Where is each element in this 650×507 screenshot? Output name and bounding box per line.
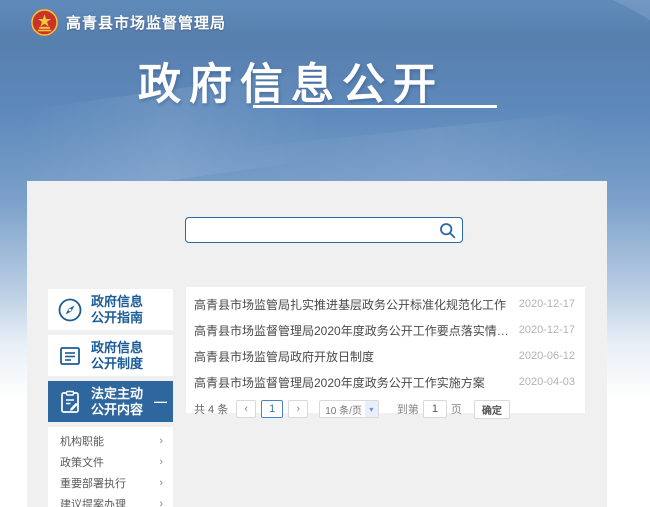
document-list-icon (57, 343, 83, 369)
news-date: 2020-06-12 (519, 350, 575, 362)
chevron-right-icon: › (159, 456, 163, 468)
page-title: 政府信息公开 (138, 50, 444, 112)
agency-name: 高青县市场监督管理局 (66, 12, 226, 33)
sidebar-submenu: 机构职能 › 政策文件 › 重要部署执行 › 建议提案办理 › (48, 427, 173, 507)
sidebar-item-label: 政府信息 公开制度 (91, 340, 143, 372)
news-date: 2020-12-17 (519, 298, 575, 310)
news-title-link[interactable]: 高青县市场监督管理局2020年度政务公开工作实施方案 (194, 374, 519, 391)
compass-icon (57, 297, 83, 323)
content-panel: 政府信息 公开指南 政府信息 公开制度 (27, 181, 607, 507)
sidebar-item-disclosure-system[interactable]: 政府信息 公开制度 (48, 335, 173, 376)
sidebar-item-label: 法定主动 公开内容 (91, 386, 143, 418)
news-item[interactable]: 高青县市场监管局政府开放日制度 2020-06-12 (194, 343, 575, 369)
submenu-item-key-deployment[interactable]: 重要部署执行 › (48, 472, 173, 493)
goto-page-label: 到第 (397, 401, 419, 417)
pagination-total: 共 4 条 (194, 401, 228, 417)
goto-page-input[interactable] (423, 400, 447, 418)
search-button[interactable] (432, 218, 462, 242)
header: 高青县市场监督管理局 (30, 8, 226, 37)
news-title-link[interactable]: 高青县市场监督管理局2020年度政务公开工作要点落实情况报告 (194, 322, 519, 339)
prev-page-button[interactable]: ‹ (236, 400, 256, 418)
pagination: 共 4 条 ‹ 1 › 10 条/页 ▾ 到第 页 确定 (194, 397, 575, 421)
confirm-button[interactable]: 确定 (474, 400, 510, 419)
sidebar-item-label: 政府信息 公开指南 (91, 294, 143, 326)
news-date: 2020-04-03 (519, 376, 575, 388)
goto-page-suffix: 页 (451, 401, 462, 417)
next-page-button[interactable]: › (288, 400, 308, 418)
news-item[interactable]: 高青县市场监督管理局2020年度政务公开工作要点落实情况报告 2020-12-1… (194, 317, 575, 343)
search-bar (185, 217, 463, 243)
news-list: 高青县市场监管局扎实推进基层政务公开标准化规范化工作 2020-12-17 高青… (186, 287, 585, 413)
news-date: 2020-12-17 (519, 324, 575, 336)
page-size-select[interactable]: 10 条/页 ▾ (319, 400, 379, 418)
national-emblem-logo (30, 8, 59, 37)
clipboard-pencil-icon (57, 389, 83, 415)
submenu-item-policy-documents[interactable]: 政策文件 › (48, 451, 173, 472)
search-icon (439, 222, 456, 239)
submenu-item-proposal-handling[interactable]: 建议提案办理 › (48, 493, 173, 507)
chevron-down-icon: ▾ (365, 401, 378, 417)
sidebar-item-statutory-disclosure[interactable]: 法定主动 公开内容 — (48, 381, 173, 422)
title-underline (253, 105, 497, 108)
submenu-item-org-functions[interactable]: 机构职能 › (48, 430, 173, 451)
current-page-button[interactable]: 1 (261, 400, 283, 418)
search-input[interactable] (186, 218, 432, 242)
news-item[interactable]: 高青县市场监督管理局2020年度政务公开工作实施方案 2020-04-03 (194, 369, 575, 395)
news-title-link[interactable]: 高青县市场监管局扎实推进基层政务公开标准化规范化工作 (194, 296, 519, 313)
sidebar: 政府信息 公开指南 政府信息 公开制度 (48, 289, 173, 507)
chevron-right-icon: › (159, 498, 163, 507)
news-title-link[interactable]: 高青县市场监管局政府开放日制度 (194, 348, 519, 365)
page-background: 高青县市场监督管理局 政府信息公开 (0, 0, 650, 507)
chevron-right-icon: › (159, 477, 163, 489)
news-item[interactable]: 高青县市场监管局扎实推进基层政务公开标准化规范化工作 2020-12-17 (194, 291, 575, 317)
chevron-right-icon: › (159, 435, 163, 447)
collapse-minus-icon[interactable]: — (154, 394, 167, 409)
sidebar-item-disclosure-guide[interactable]: 政府信息 公开指南 (48, 289, 173, 330)
